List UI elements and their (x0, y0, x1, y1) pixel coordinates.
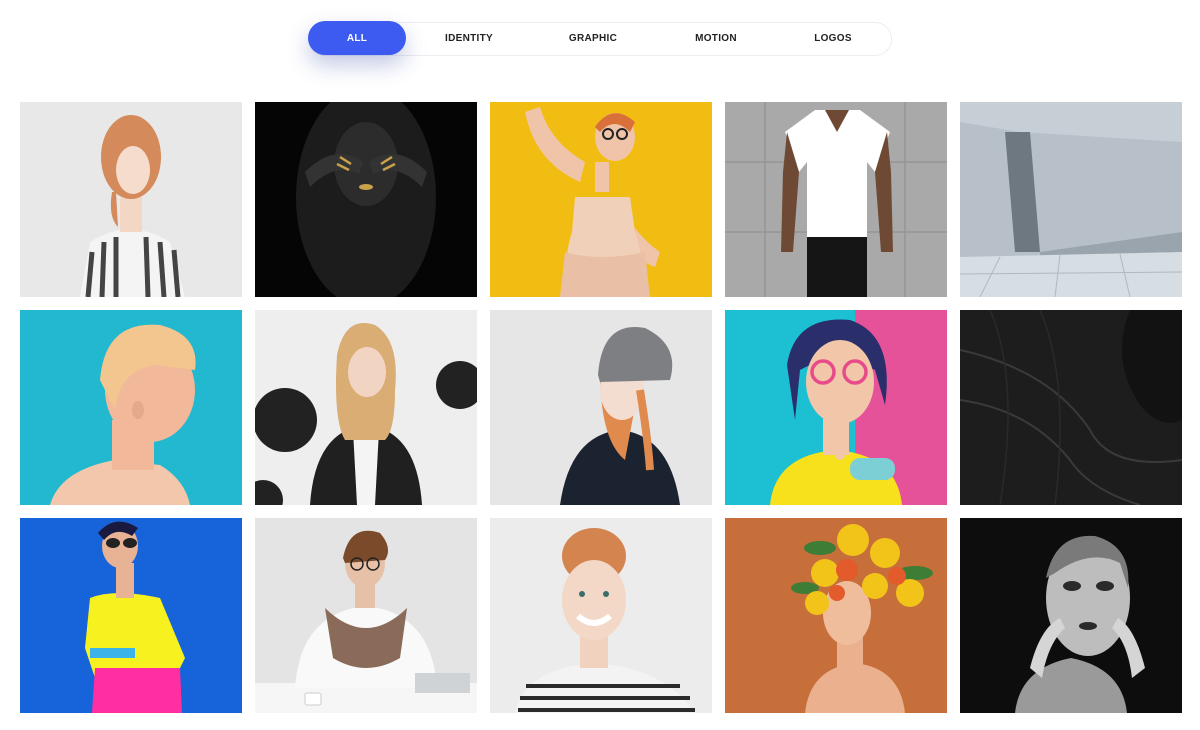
gallery-item[interactable] (20, 310, 242, 505)
woman-blue-background-photo (20, 518, 242, 713)
woman-beanie-photo (490, 310, 712, 505)
woman-flower-crown-photo (725, 518, 947, 713)
woman-balloons-photo (255, 310, 477, 505)
gallery-item[interactable] (255, 102, 477, 297)
filter-motion-button[interactable]: MOTION (654, 21, 778, 55)
gallery-item[interactable] (725, 518, 947, 713)
gallery-item[interactable] (960, 518, 1182, 713)
man-white-tshirt-photo (725, 102, 947, 297)
gallery-item[interactable] (725, 102, 947, 297)
gallery-item[interactable] (960, 102, 1182, 297)
filter-graphic-button[interactable]: GRAPHIC (532, 21, 654, 55)
gallery-item[interactable] (490, 102, 712, 297)
woman-yellow-background-photo (490, 102, 712, 297)
short-hair-profile-photo (20, 310, 242, 505)
gallery-item[interactable] (20, 102, 242, 297)
woman-laptop-scarf-photo (255, 518, 477, 713)
portfolio-filter-bar: ALL IDENTITY GRAPHIC MOTION LOGOS (308, 21, 892, 56)
dark-architecture-photo (960, 310, 1182, 505)
filter-logos-button[interactable]: LOGOS (778, 21, 888, 55)
black-painted-woman-photo (255, 102, 477, 297)
filter-identity-button[interactable]: IDENTITY (406, 21, 532, 55)
gallery-item[interactable] (255, 518, 477, 713)
woman-striped-shirt-photo (20, 102, 242, 297)
gallery-item[interactable] (255, 310, 477, 505)
silver-painted-face-photo (960, 518, 1182, 713)
woman-pink-glasses-photo (725, 310, 947, 505)
gallery-item[interactable] (20, 518, 242, 713)
filter-all-button[interactable]: ALL (308, 21, 406, 55)
gallery-item[interactable] (960, 310, 1182, 505)
gallery-item[interactable] (725, 310, 947, 505)
gallery-item[interactable] (490, 518, 712, 713)
gallery-item[interactable] (490, 310, 712, 505)
concrete-room-photo (960, 102, 1182, 297)
portfolio-gallery (20, 102, 1182, 713)
redhead-smiling-photo (490, 518, 712, 713)
